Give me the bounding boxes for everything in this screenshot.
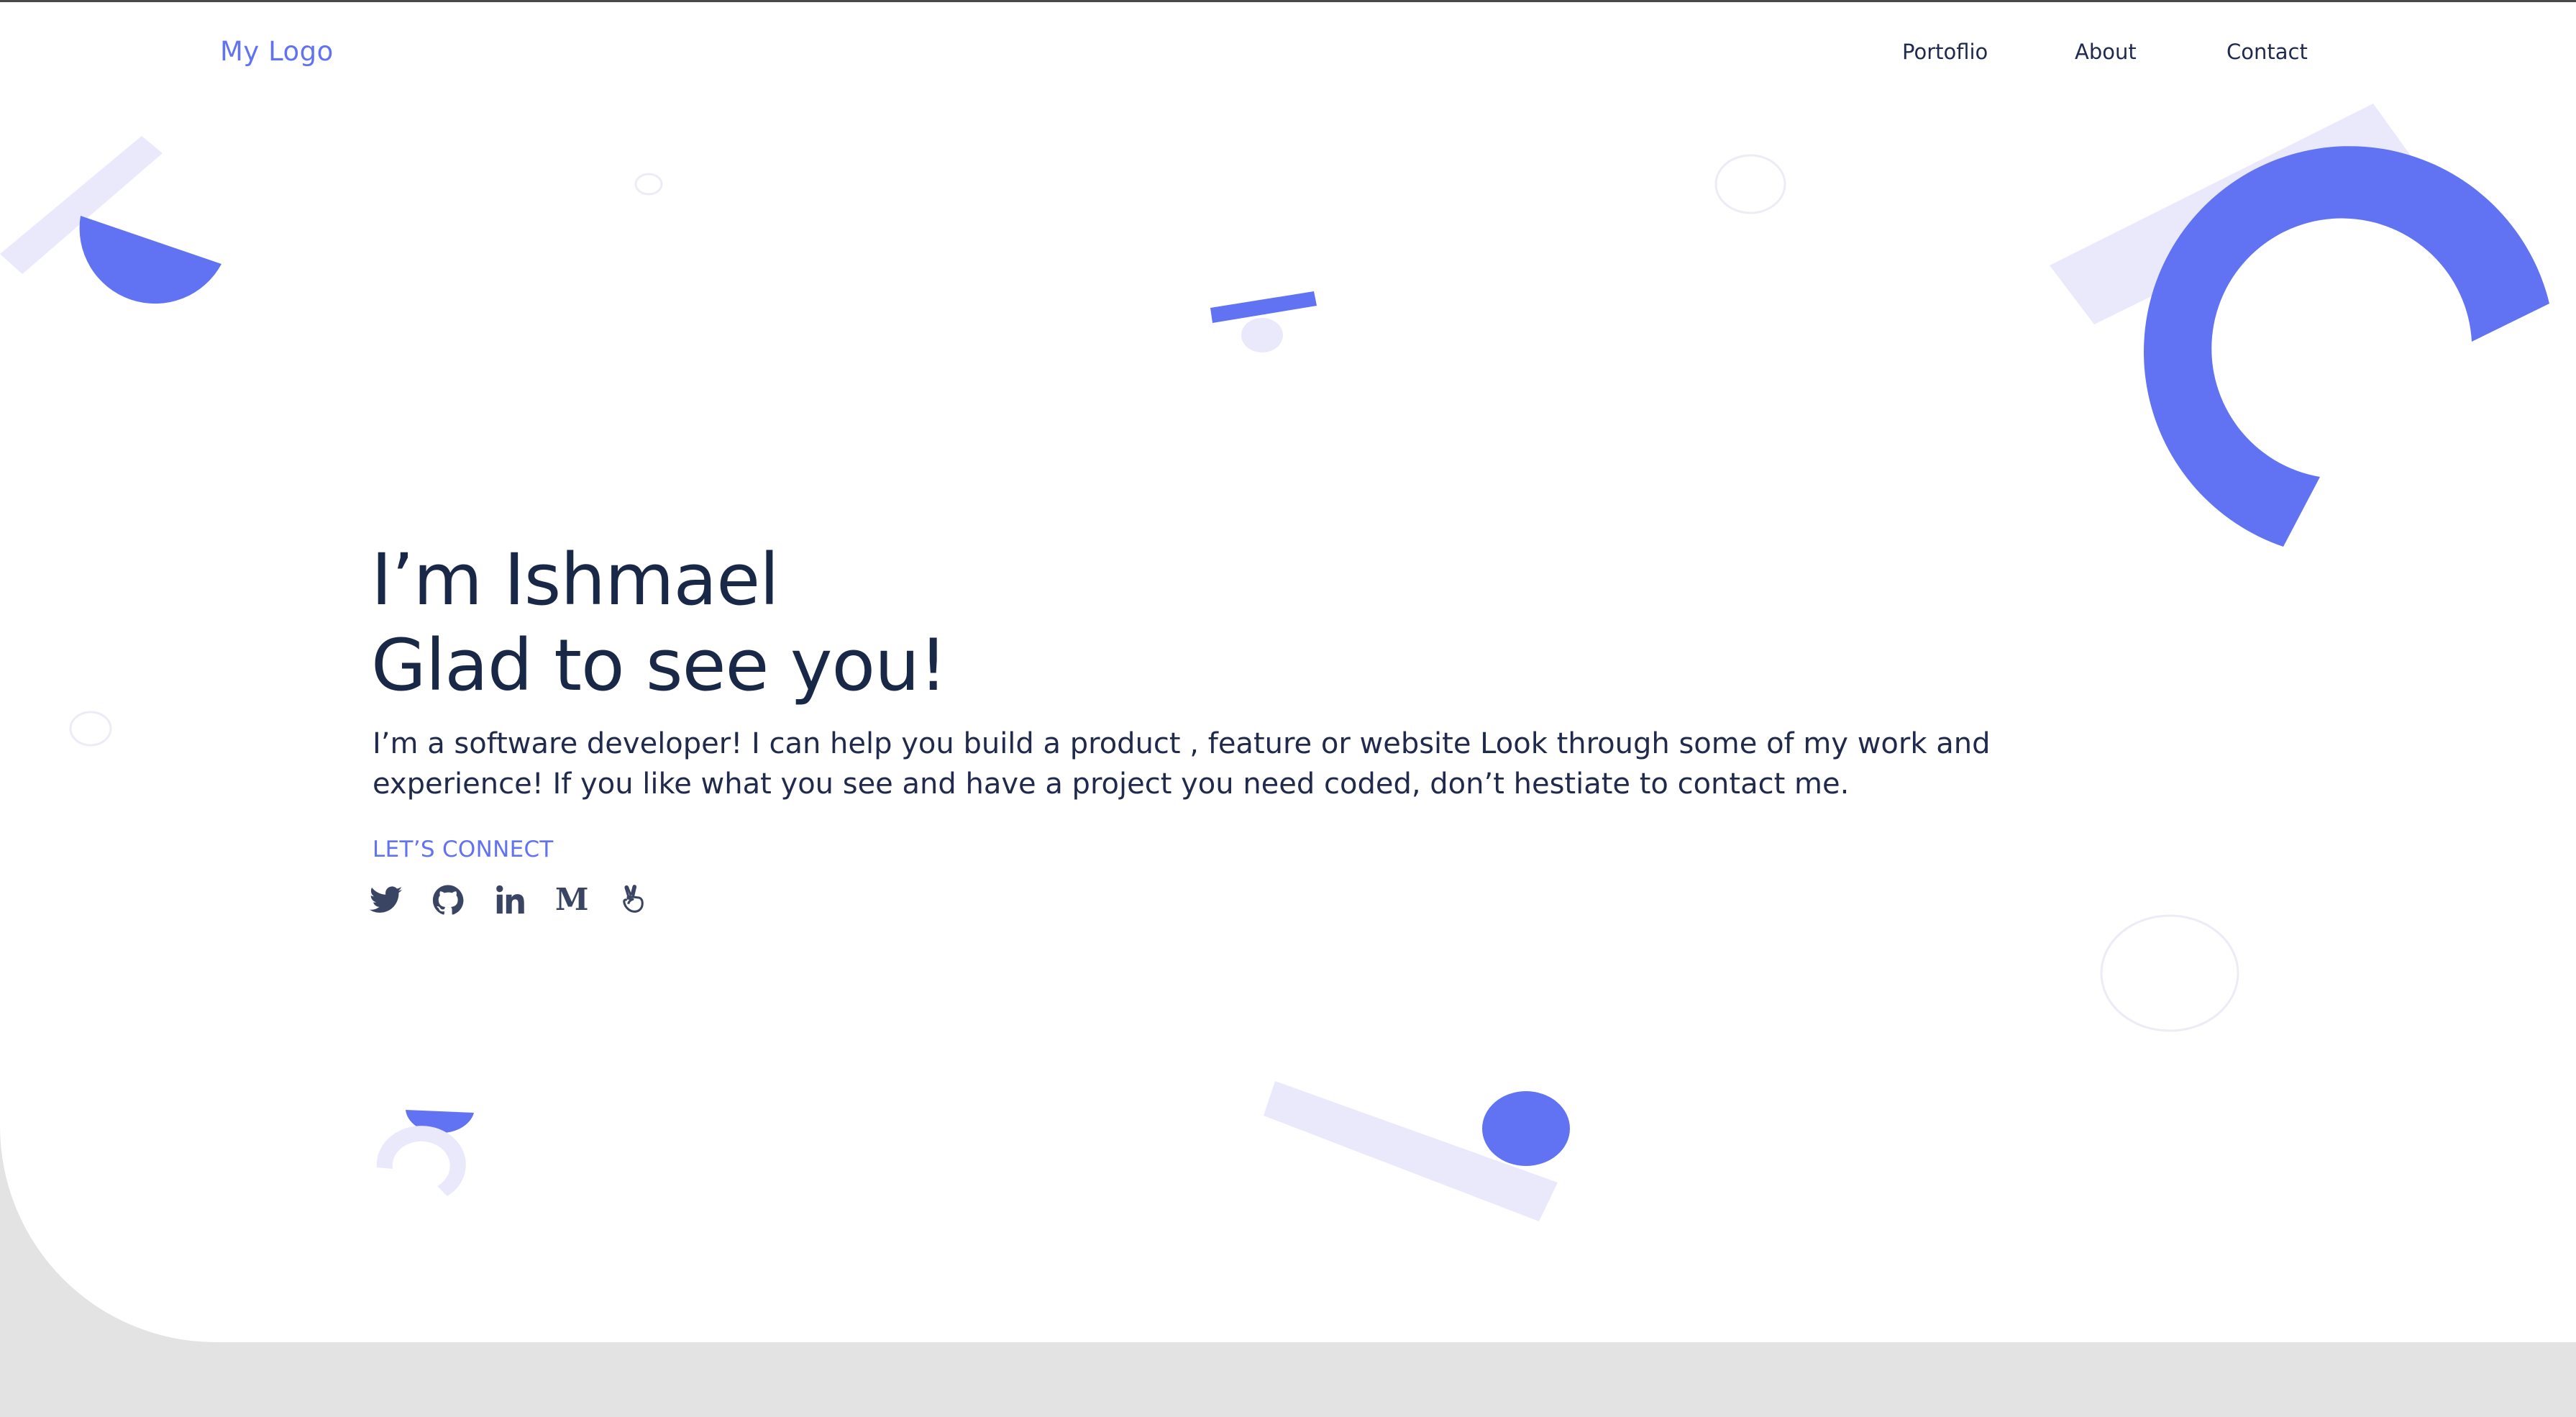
- deco-arc: [376, 1126, 466, 1196]
- deco-ring: [2100, 914, 2239, 1032]
- hero-section: My Logo Portoflio About Contact I’m Ishm…: [0, 0, 2576, 1342]
- deco-ring: [634, 173, 663, 196]
- logo-link[interactable]: My Logo: [220, 36, 334, 67]
- deco-ring: [1714, 154, 1786, 214]
- angellist-link[interactable]: [617, 883, 650, 916]
- github-icon: [432, 885, 464, 915]
- connect-label: LET’S CONNECT: [373, 837, 554, 862]
- deco-half-circle: [79, 216, 221, 304]
- linkedin-icon: [496, 885, 524, 914]
- deco-c-shape: [2144, 146, 2549, 547]
- linkedin-link[interactable]: [493, 883, 526, 916]
- github-link[interactable]: [431, 883, 465, 916]
- nav-contact-link[interactable]: Contact: [2226, 40, 2308, 64]
- deco-ring: [69, 711, 112, 747]
- social-links: M: [370, 883, 650, 916]
- medium-icon: M: [555, 882, 589, 917]
- twitter-icon: [370, 886, 403, 913]
- hero-bio: I’m a software developer! I can help you…: [373, 727, 1991, 801]
- hero-headline: I’m Ishmael Glad to see you!: [371, 537, 948, 708]
- hero-welcome: Glad to see you!: [371, 624, 948, 707]
- deco-dot: [1241, 318, 1283, 352]
- deco-dot: [1482, 1091, 1570, 1166]
- nav-portfolio-link[interactable]: Portoflio: [1902, 40, 1988, 64]
- hero-greeting: I’m Ishmael: [371, 539, 780, 621]
- twitter-link[interactable]: [370, 883, 403, 916]
- medium-link[interactable]: M: [555, 882, 589, 917]
- angellist-icon: [623, 885, 644, 913]
- nav-about-link[interactable]: About: [2075, 40, 2137, 64]
